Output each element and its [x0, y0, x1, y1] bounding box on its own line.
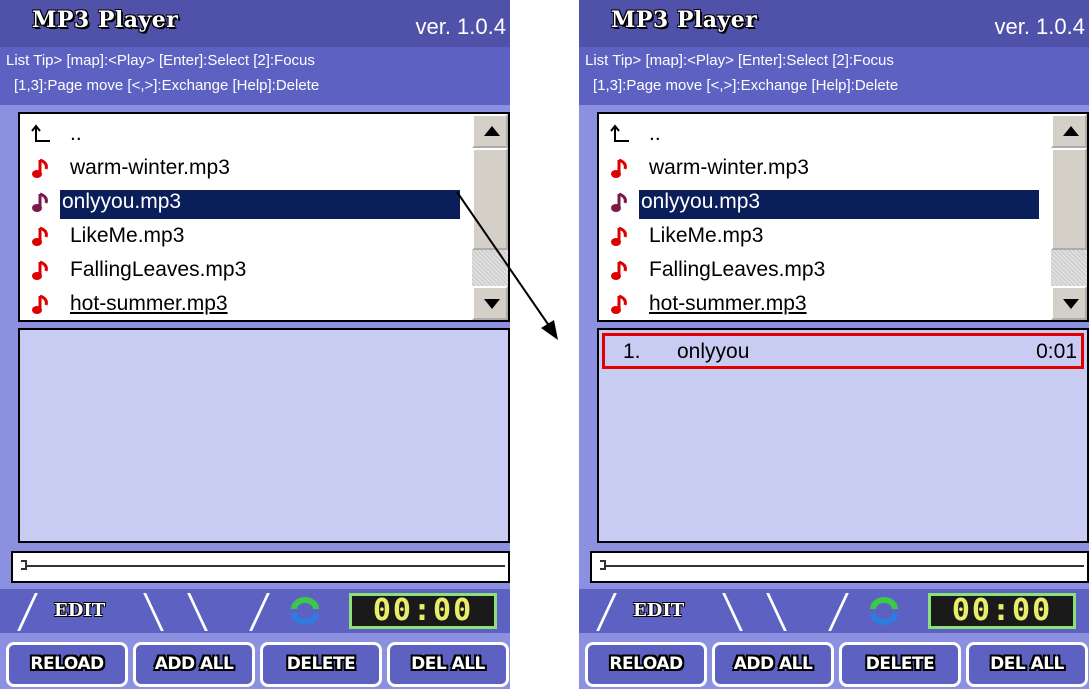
list-item-parent[interactable]: ..: [599, 118, 1051, 152]
music-note-icon: [32, 260, 48, 280]
arrow-down-icon: [1063, 299, 1079, 309]
list-item-parent[interactable]: ..: [20, 118, 472, 152]
list-item-selected[interactable]: onlyyou.mp3: [599, 186, 1051, 220]
list-item-label: FallingLeaves.mp3: [649, 258, 826, 281]
playlist-track-name: onlyyou: [677, 340, 750, 363]
music-note-icon: [611, 294, 627, 314]
list-item[interactable]: warm-winter.mp3: [599, 152, 1051, 186]
time-display: 00:00: [349, 593, 497, 629]
list-item[interactable]: FallingLeaves.mp3: [599, 254, 1051, 288]
refresh-icon[interactable]: [869, 597, 899, 625]
version-label: ver. 1.0.4: [415, 14, 506, 39]
playlist-track-time: 0:01: [1036, 340, 1077, 363]
delete-button[interactable]: DELETE: [260, 642, 382, 687]
vertical-scrollbar[interactable]: [1051, 114, 1087, 320]
list-item-label: onlyyou.mp3: [639, 190, 1039, 219]
list-item[interactable]: LikeMe.mp3: [20, 220, 472, 254]
scroll-up-button[interactable]: [1051, 114, 1087, 148]
control-bar: EDIT 00:00: [579, 589, 1089, 633]
list-item-label: ..: [70, 122, 82, 145]
tip-bar: List Tip> [map]:<Play> [Enter]:Select [2…: [579, 47, 1089, 105]
file-list[interactable]: .. warm-winter.mp3 onlyyou.mp3 LikeMe.mp…: [597, 112, 1089, 322]
app-title: MP3 Player: [611, 7, 758, 33]
playlist-row-highlighted[interactable]: 1. onlyyou 0:01: [602, 333, 1084, 369]
list-item-label: hot-summer.mp3: [70, 292, 228, 315]
music-note-icon: [611, 226, 627, 246]
list-item[interactable]: hot-summer.mp3: [20, 288, 472, 320]
list-item[interactable]: hot-summer.mp3: [599, 288, 1051, 320]
tab-divider: [828, 593, 849, 631]
music-note-icon: [32, 192, 48, 212]
tip-line-2: [1,3]:Page move [<,>]:Exchange [Help]:De…: [593, 77, 899, 94]
button-bar: RELOAD ADD ALL DELETE DEL ALL: [579, 638, 1089, 689]
button-bar: RELOAD ADD ALL DELETE DEL ALL: [0, 638, 510, 689]
tab-edit[interactable]: EDIT: [22, 592, 140, 630]
list-item[interactable]: LikeMe.mp3: [599, 220, 1051, 254]
tab-divider: [143, 593, 164, 631]
tab-divider: [249, 593, 270, 631]
tip-line-1: List Tip> [map]:<Play> [Enter]:Select [2…: [6, 52, 315, 69]
parent-folder-icon: [610, 124, 629, 142]
delete-all-button[interactable]: DEL ALL: [387, 642, 509, 687]
tip-line-2: [1,3]:Page move [<,>]:Exchange [Help]:De…: [14, 77, 320, 94]
list-item-selected[interactable]: onlyyou.mp3: [20, 186, 472, 220]
app-title: MP3 Player: [32, 7, 179, 33]
parent-folder-icon: [31, 124, 50, 142]
list-item-label: LikeMe.mp3: [70, 224, 185, 247]
list-item-label: LikeMe.mp3: [649, 224, 764, 247]
arrow-up-icon: [1063, 126, 1079, 136]
file-list[interactable]: .. warm-winter.mp3 onlyyou.mp3 LikeMe.mp…: [18, 112, 510, 322]
scroll-up-button[interactable]: [472, 114, 508, 148]
reload-button[interactable]: RELOAD: [585, 642, 707, 687]
time-display: 00:00: [928, 593, 1076, 629]
playlist-number: 1.: [623, 340, 641, 363]
player-screen-before: MP3 Player ver. 1.0.4 List Tip> [map]:<P…: [0, 0, 510, 689]
refresh-icon[interactable]: [290, 597, 320, 625]
list-item-label: hot-summer.mp3: [649, 292, 807, 315]
list-item[interactable]: warm-winter.mp3: [20, 152, 472, 186]
tab-divider: [766, 593, 787, 631]
tip-bar: List Tip> [map]:<Play> [Enter]:Select [2…: [0, 47, 510, 105]
tab-edit-label: EDIT: [633, 600, 685, 621]
title-bar: MP3 Player ver. 1.0.4: [579, 0, 1089, 47]
seek-track: [606, 565, 1084, 567]
transition-arrow: [456, 191, 558, 340]
seek-track: [27, 565, 505, 567]
scroll-down-button[interactable]: [1051, 286, 1087, 320]
music-note-icon: [611, 260, 627, 280]
tab-divider: [187, 593, 208, 631]
list-item-label: onlyyou.mp3: [60, 190, 460, 219]
tab-edit-label: EDIT: [54, 600, 106, 621]
music-note-icon: [611, 158, 627, 178]
seek-bar[interactable]: [11, 551, 510, 583]
delete-all-button[interactable]: DEL ALL: [966, 642, 1088, 687]
delete-button[interactable]: DELETE: [839, 642, 961, 687]
list-item-label: warm-winter.mp3: [649, 156, 809, 179]
version-label: ver. 1.0.4: [994, 14, 1085, 39]
list-item-label: FallingLeaves.mp3: [70, 258, 247, 281]
tip-line-1: List Tip> [map]:<Play> [Enter]:Select [2…: [585, 52, 894, 69]
seek-bar[interactable]: [590, 551, 1089, 583]
list-item-label: ..: [649, 122, 661, 145]
scrollbar-thumb[interactable]: [1051, 148, 1087, 250]
tab-edit[interactable]: EDIT: [601, 592, 719, 630]
music-note-icon: [32, 158, 48, 178]
playlist-area[interactable]: 1. onlyyou 0:01: [597, 328, 1089, 543]
tab-divider: [722, 593, 743, 631]
arrow-up-icon: [484, 126, 500, 136]
music-note-icon: [611, 192, 627, 212]
add-all-button[interactable]: ADD ALL: [133, 642, 255, 687]
list-item-label: warm-winter.mp3: [70, 156, 230, 179]
title-bar: MP3 Player ver. 1.0.4: [0, 0, 510, 47]
add-all-button[interactable]: ADD ALL: [712, 642, 834, 687]
music-note-icon: [32, 294, 48, 314]
reload-button[interactable]: RELOAD: [6, 642, 128, 687]
playlist-area[interactable]: [18, 328, 510, 543]
player-screen-after: MP3 Player ver. 1.0.4 List Tip> [map]:<P…: [579, 0, 1089, 689]
music-note-icon: [32, 226, 48, 246]
list-item[interactable]: FallingLeaves.mp3: [20, 254, 472, 288]
control-bar: EDIT 00:00: [0, 589, 510, 633]
